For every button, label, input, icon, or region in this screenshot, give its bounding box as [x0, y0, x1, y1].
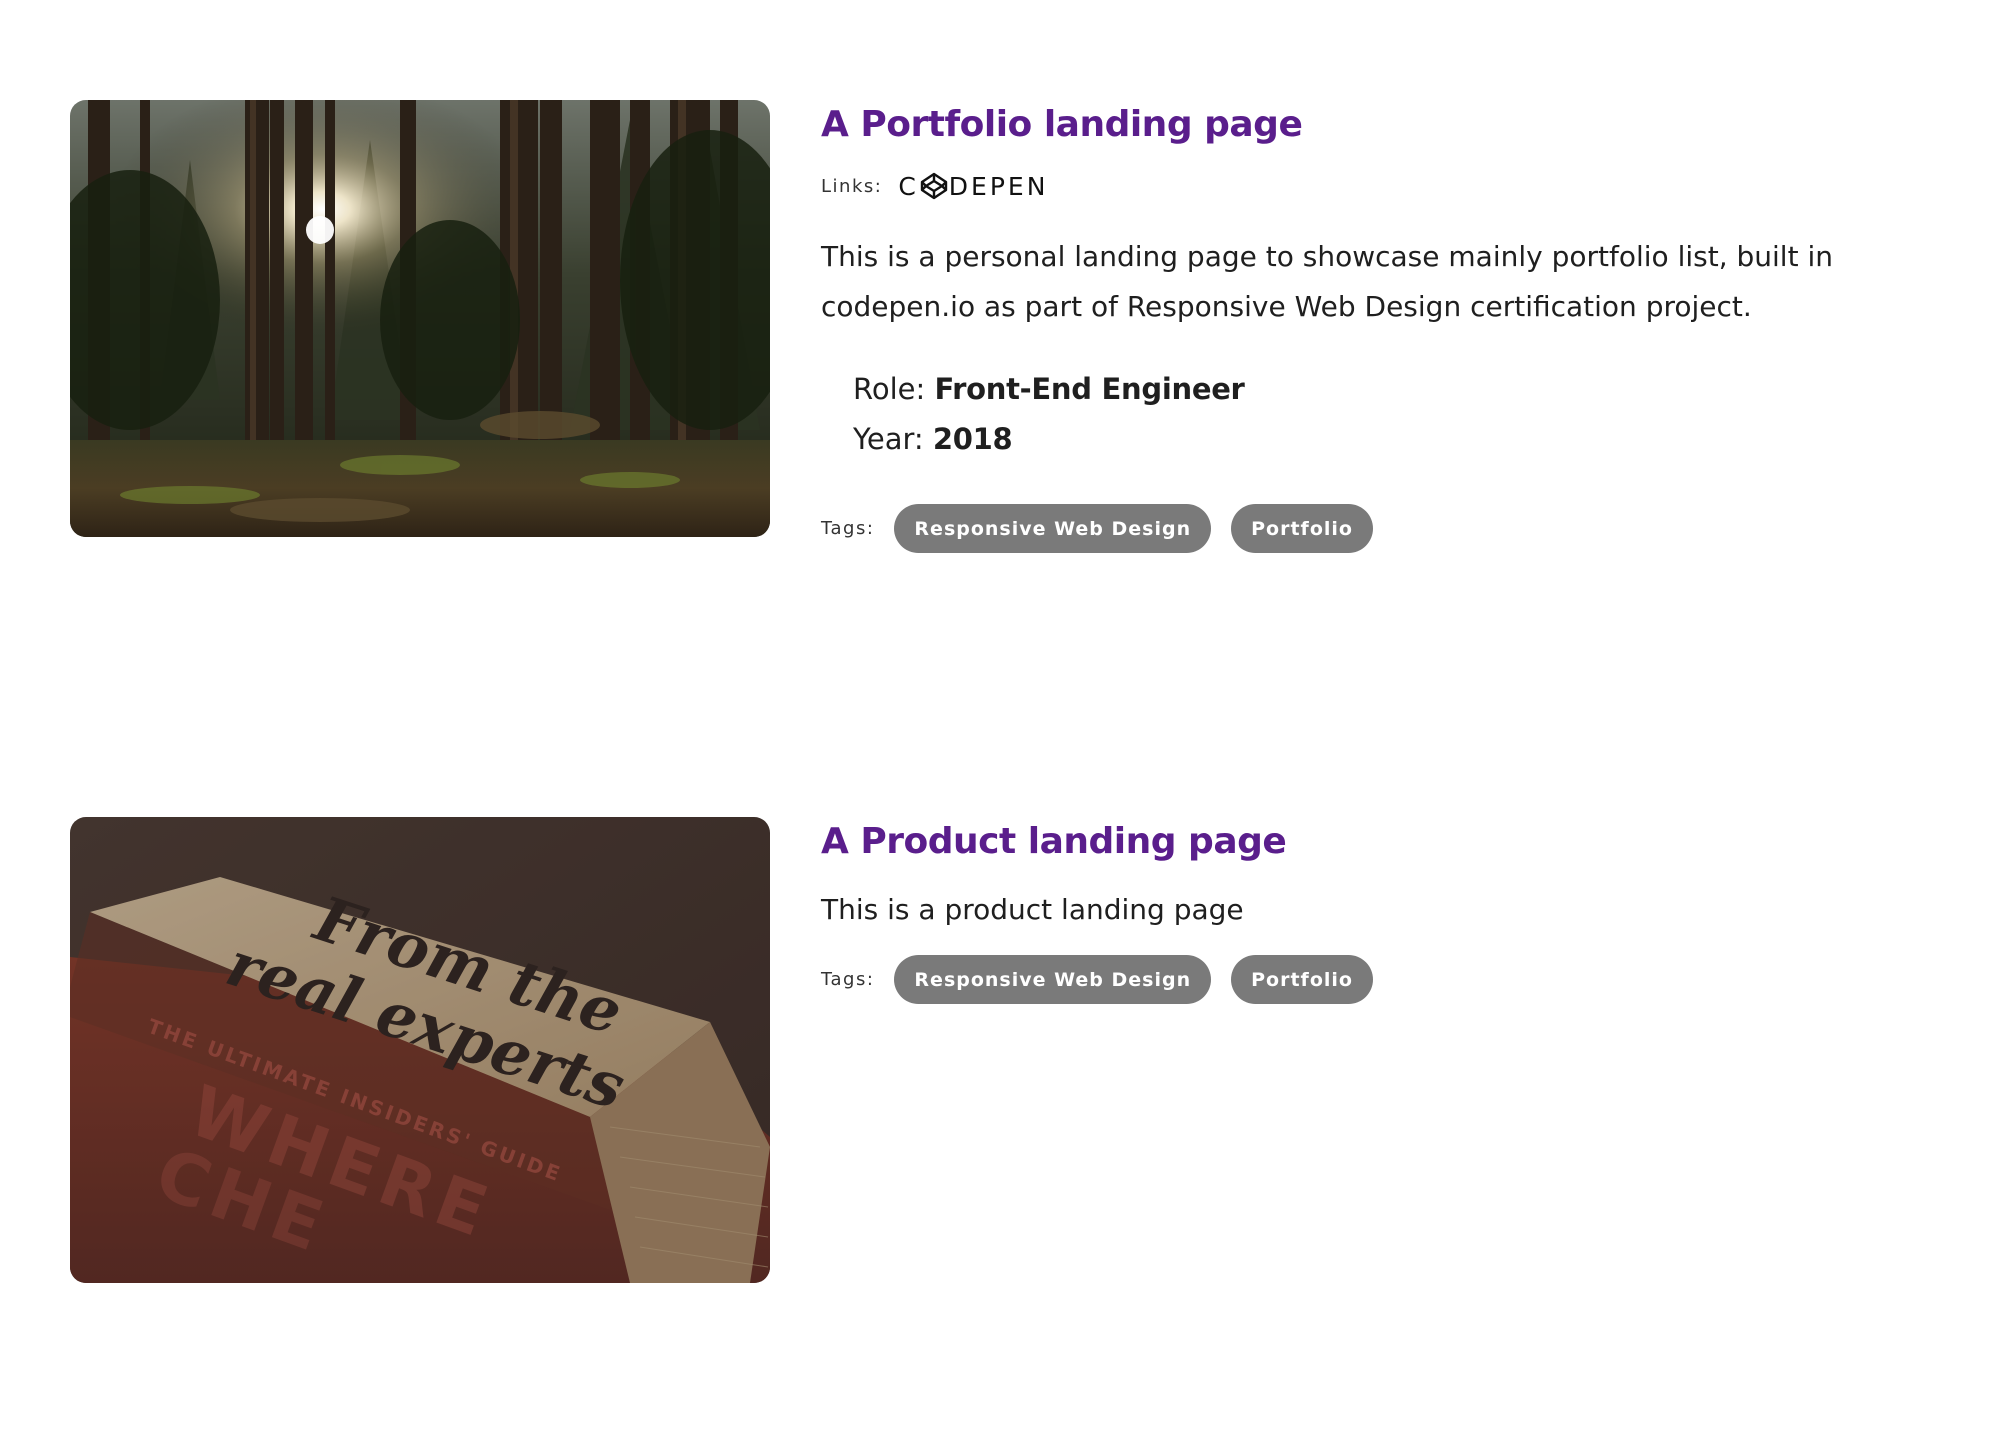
- forest-image: [70, 100, 770, 537]
- links-row: Links: C DEPEN: [821, 166, 1941, 206]
- year-value: 2018: [932, 422, 1013, 456]
- book-image: From the real experts THE ULTIMATE INSID…: [70, 817, 770, 1283]
- project-meta: Role: Front-End Engineer Year: 2018: [853, 364, 1941, 464]
- tag-chip[interactable]: Portfolio: [1231, 504, 1373, 553]
- tags-label: Tags:: [821, 969, 875, 990]
- codepen-icon: [920, 172, 947, 200]
- project-description: This is a product landing page: [821, 893, 1244, 926]
- project-info: A Portfolio landing page Links: C DEPEN …: [821, 100, 1941, 553]
- year-label: Year:: [853, 422, 924, 456]
- tags-row: Tags: Responsive Web Design Portfolio: [821, 955, 1941, 1004]
- codepen-logo-text: DEPEN: [948, 171, 1049, 201]
- codepen-link[interactable]: C DEPEN: [898, 172, 1048, 200]
- role-value: Front-End Engineer: [934, 372, 1245, 406]
- project-thumbnail-book[interactable]: From the real experts THE ULTIMATE INSID…: [70, 817, 770, 1283]
- tag-chip[interactable]: Responsive Web Design: [894, 955, 1212, 1004]
- tag-chip[interactable]: Portfolio: [1231, 955, 1373, 1004]
- project-title[interactable]: A Product landing page: [821, 817, 1941, 867]
- tag-chip[interactable]: Responsive Web Design: [894, 504, 1212, 553]
- tags-label: Tags:: [821, 518, 875, 539]
- links-label: Links:: [821, 175, 883, 197]
- project-description: This is a personal landing page to showc…: [821, 240, 1833, 323]
- role-label: Role:: [853, 372, 926, 406]
- project-thumbnail-forest[interactable]: [70, 100, 770, 537]
- project-info: A Product landing page This is a product…: [821, 817, 1941, 1004]
- tags-row: Tags: Responsive Web Design Portfolio: [821, 504, 1941, 553]
- codepen-logo-c: C: [898, 171, 919, 201]
- project-title[interactable]: A Portfolio landing page: [821, 100, 1941, 150]
- role-line: Role: Front-End Engineer: [853, 364, 1941, 414]
- year-line: Year: 2018: [853, 414, 1941, 464]
